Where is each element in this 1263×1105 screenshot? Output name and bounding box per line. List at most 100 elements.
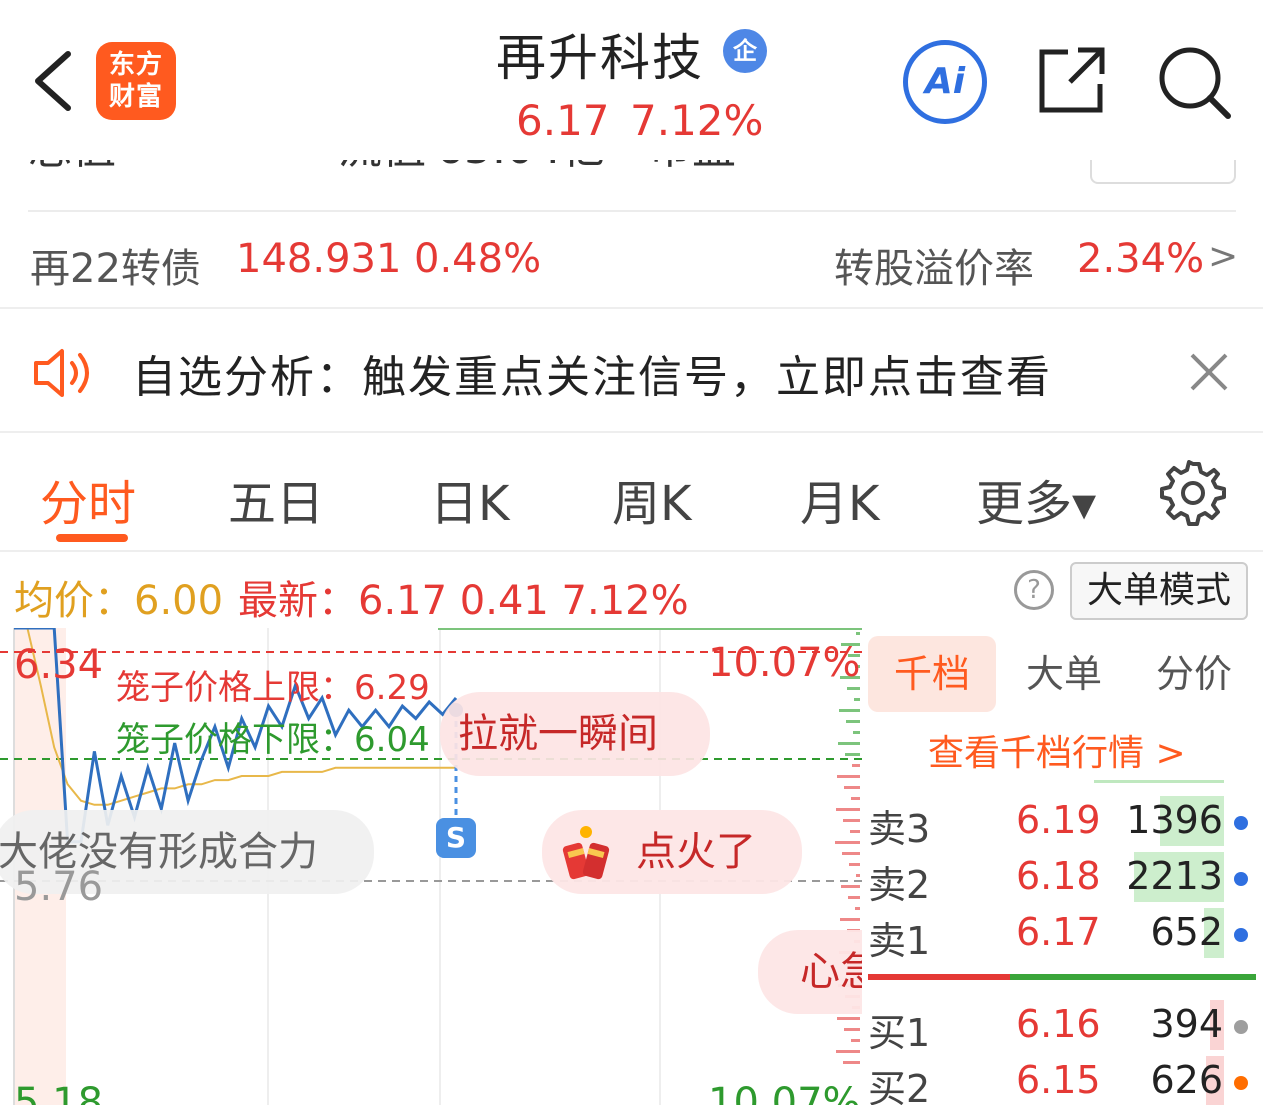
app-logo[interactable]: 东方 财富	[96, 42, 176, 120]
logo-line-1: 东方	[108, 50, 163, 80]
dot-icon	[1234, 872, 1248, 886]
tab-five-day[interactable]: 五日	[228, 464, 324, 534]
average-price: 均价：6.00	[14, 578, 224, 624]
price-info-row: 均价：6.00 最新：6.17 0.41 7.12% ? 大单模式	[0, 556, 1263, 626]
dot-icon	[1234, 1020, 1248, 1034]
enterprise-badge: 企	[723, 29, 767, 73]
volume-tick	[847, 687, 860, 690]
volume-tick	[836, 808, 860, 811]
tab-weekly-k[interactable]: 周K	[612, 464, 691, 534]
chart-period-tabs: 分时 五日 日K 周K 月K 更多▾	[0, 440, 1263, 552]
tab-intraday[interactable]: 分时	[40, 464, 136, 534]
notice-text: 自选分析：触发重点关注信号，立即点击查看	[132, 352, 1052, 403]
volume-tick	[839, 709, 860, 712]
big-order-mode-button[interactable]: 大单模式	[1070, 562, 1248, 620]
volume-tick	[844, 1028, 860, 1031]
s-marker-icon[interactable]: S	[436, 818, 476, 858]
order-volume: 652	[1150, 910, 1223, 954]
stock-name: 再升科技	[496, 29, 704, 87]
bubble-text: 点火了	[636, 829, 756, 875]
bond-name: 再22转债	[30, 246, 201, 292]
order-price: 6.15	[1016, 1058, 1101, 1102]
order-price: 6.19	[1016, 798, 1101, 842]
volume-tick	[841, 885, 860, 888]
order-price: 6.17	[1016, 910, 1101, 954]
dot-icon	[1234, 1076, 1248, 1090]
active-tab-indicator	[56, 534, 128, 542]
comment-bubble[interactable]: 点火了	[542, 810, 802, 894]
cage-upper-label: 笼子价格上限：6.29	[116, 668, 430, 708]
view-thousand-level-link[interactable]: 查看千档行情 >	[928, 724, 1186, 776]
order-side-label: 买1	[868, 1011, 931, 1055]
gear-icon[interactable]	[1160, 460, 1226, 526]
order-side-label: 卖3	[868, 807, 931, 851]
volume-tick	[856, 874, 860, 877]
dot-icon	[1234, 928, 1248, 942]
bottom-pct-label: 10.07%	[708, 1080, 861, 1105]
chevron-right-icon: >	[1208, 236, 1239, 277]
latest-price: 最新：6.17 0.41 7.12%	[238, 578, 689, 624]
premium-value: 2.34%	[1077, 236, 1205, 282]
order-row[interactable]: 买2 6.15 626	[866, 1054, 1263, 1105]
bond-price: 148.931	[236, 236, 402, 282]
tab-price-distribution[interactable]: 分价	[1130, 636, 1258, 712]
comment-bubble[interactable]: 心急	[758, 930, 862, 1014]
dot-icon	[1234, 816, 1248, 830]
volume-tick	[843, 819, 860, 822]
order-volume: 626	[1150, 1058, 1223, 1102]
tab-more[interactable]: 更多▾	[976, 464, 1096, 534]
firecracker-icon	[562, 826, 610, 880]
tab-daily-k[interactable]: 日K	[430, 464, 509, 534]
search-icon[interactable]	[1154, 42, 1234, 122]
help-icon[interactable]: ?	[1014, 570, 1054, 610]
volume-tick	[836, 1050, 860, 1053]
header-price: 6.17	[516, 96, 610, 145]
volume-tick	[851, 1039, 860, 1042]
cage-lower-label: 笼子价格下限：6.04	[116, 720, 430, 760]
volume-tick	[843, 1061, 860, 1064]
top-header: 东方 财富 再升科技 企 6.17 7.12% Ai	[0, 0, 1263, 160]
order-price: 6.18	[1016, 854, 1101, 898]
buy-sell-ratio-bar-green	[1010, 974, 1256, 980]
order-row[interactable]: 卖2 6.18 2213	[866, 850, 1263, 907]
volume-tick	[853, 731, 860, 734]
volume-tick	[838, 742, 860, 745]
speaker-icon	[34, 349, 89, 397]
order-row[interactable]: 卖1 6.17 652	[866, 906, 1263, 963]
comment-bubble[interactable]: 拉就一瞬间	[440, 692, 710, 776]
tab-thousand-level[interactable]: 千档	[868, 636, 996, 712]
tab-monthly-k[interactable]: 月K	[800, 464, 879, 534]
close-icon[interactable]	[1186, 349, 1232, 395]
order-side-label: 卖2	[868, 863, 931, 907]
volume-tick	[845, 753, 860, 756]
volume-tick	[852, 764, 860, 767]
divider	[28, 210, 1236, 212]
back-arrow-icon[interactable]	[28, 46, 88, 116]
share-icon[interactable]	[1034, 42, 1110, 118]
header-change-pct: 7.12%	[630, 96, 764, 145]
notice-banner[interactable]: 自选分析：触发重点关注信号，立即点击查看	[0, 307, 1263, 433]
convertible-bond-row[interactable]: 再22转债 148.931 0.48% 转股溢价率 2.34% >	[0, 222, 1263, 298]
volume-tick	[842, 852, 860, 855]
volume-tick	[849, 863, 860, 866]
order-row[interactable]: 卖3 6.19 1396	[866, 794, 1263, 851]
ai-button[interactable]: Ai	[903, 40, 987, 124]
order-row[interactable]: 买1 6.16 394	[866, 998, 1263, 1055]
bottom-price-label: 5.18	[14, 1080, 104, 1105]
book-divider	[1094, 780, 1224, 783]
order-price: 6.16	[1016, 1002, 1101, 1046]
volume-tick	[846, 720, 860, 723]
order-volume: 1396	[1126, 798, 1223, 842]
volume-tick	[837, 775, 860, 778]
volume-tick	[850, 830, 860, 833]
premium-label: 转股溢价率	[834, 246, 1034, 292]
intraday-chart[interactable]: 6.34 10.07% 笼子价格上限：6.29 笼子价格下限：6.04 拉就一瞬…	[0, 628, 862, 1105]
volume-tick	[854, 698, 860, 701]
tab-big-order[interactable]: 大单	[1000, 636, 1128, 712]
top-pct-label: 10.07%	[708, 640, 861, 686]
mid-price-label: 5.76	[14, 864, 104, 910]
order-side-label: 买2	[868, 1067, 931, 1105]
volume-tick	[837, 1017, 860, 1020]
bond-change-pct: 0.48%	[414, 236, 542, 282]
volume-tick	[848, 896, 860, 899]
